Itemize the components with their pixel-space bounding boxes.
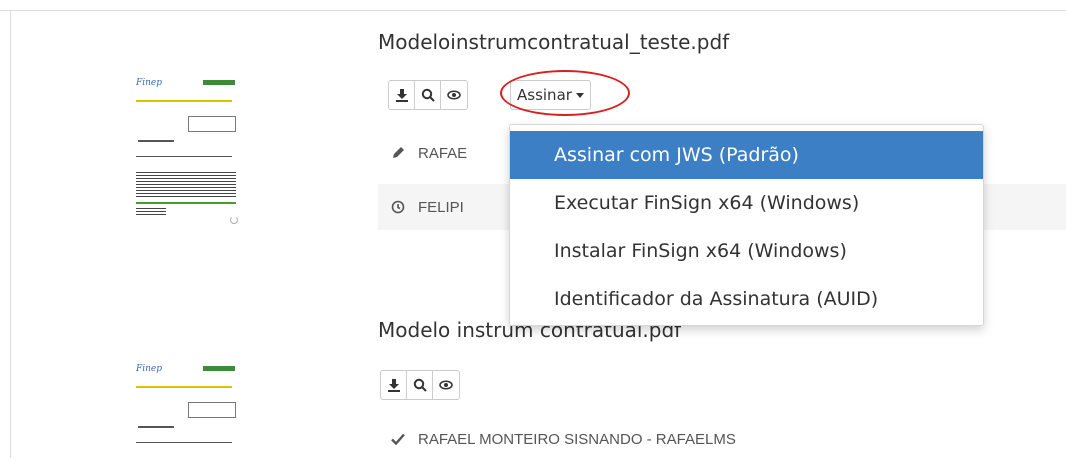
download-button[interactable] (381, 371, 407, 399)
thumbnail-box (188, 116, 236, 132)
thumbnail-text-block (136, 208, 166, 216)
document-actions (380, 370, 460, 400)
caret-down-icon (575, 92, 584, 98)
preview-button[interactable] (407, 371, 433, 399)
thumbnail-line (136, 202, 236, 204)
eye-icon (439, 380, 453, 390)
clock-icon (391, 200, 405, 214)
menu-item-executar-finsign[interactable]: Executar FinSign x64 (Windows) (510, 179, 983, 227)
menu-item-identificador-assinatura[interactable]: Identificador da Assinatura (AUID) (510, 275, 983, 323)
download-button[interactable] (389, 81, 415, 109)
view-button[interactable] (433, 371, 459, 399)
panel-top-border (0, 10, 1066, 11)
download-icon (395, 89, 408, 102)
signer-row: RAFAEL MONTEIRO SISNANDO - RAFAELMS (378, 416, 1066, 462)
menu-item-assinar-jws[interactable]: Assinar com JWS (Padrão) (510, 131, 983, 179)
document-actions (388, 80, 468, 110)
document-title[interactable]: Modeloinstrumcontratual_teste.pdf (378, 30, 729, 54)
view-button[interactable] (441, 81, 467, 109)
thumbnail-logo: Finep (136, 364, 163, 374)
download-icon (387, 379, 400, 392)
thumbnail-line (136, 442, 232, 443)
thumbnail-highlight (136, 386, 232, 388)
sign-button-label: Assinar (517, 86, 572, 104)
panel-left-border (10, 10, 11, 458)
sign-dropdown-button[interactable]: Assinar (510, 80, 591, 110)
thumbnail-logo: Finep (136, 78, 163, 88)
signer-status (378, 145, 418, 161)
check-icon (391, 433, 405, 446)
signer-name: RAFAEL MONTEIRO SISNANDO - RAFAELMS (418, 430, 736, 448)
preview-button[interactable] (415, 81, 441, 109)
thumbnail-box (188, 402, 236, 418)
thumbnail-line (138, 140, 174, 142)
document-thumbnail[interactable]: Finep (128, 358, 248, 458)
thumbnail-text-block (136, 172, 236, 198)
signer-status (378, 199, 418, 215)
thumbnail-highlight (136, 100, 232, 102)
loading-icon (230, 216, 238, 224)
search-icon (413, 378, 427, 392)
thumbnail-line (136, 156, 232, 157)
signer-name: RAFAE (418, 144, 468, 162)
pencil-icon (393, 147, 404, 158)
sign-options-menu: Assinar com JWS (Padrão) Executar FinSig… (509, 124, 984, 326)
document-thumbnail[interactable]: Finep (128, 72, 248, 232)
menu-item-instalar-finsign[interactable]: Instalar FinSign x64 (Windows) (510, 227, 983, 275)
thumbnail-line (138, 426, 174, 428)
signer-status (378, 431, 418, 447)
signer-name: FELIPI (418, 198, 464, 216)
eye-icon (447, 90, 461, 100)
thumbnail-logo-bar (203, 366, 235, 371)
thumbnail-logo-bar (203, 80, 235, 85)
search-icon (421, 88, 435, 102)
